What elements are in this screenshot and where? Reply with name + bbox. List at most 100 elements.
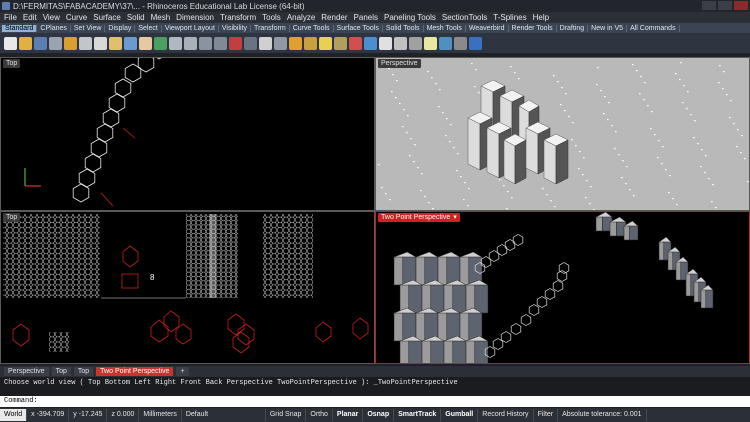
viewport-tab-perspective[interactable]: Perspective — [4, 367, 49, 376]
osnap-toggle[interactable]: Osnap — [363, 409, 395, 421]
save-icon[interactable] — [34, 36, 47, 50]
gumball-toggle[interactable]: Gumball — [441, 409, 479, 421]
tab-curve-tools[interactable]: Curve Tools — [290, 24, 334, 32]
lock-icon[interactable] — [334, 36, 347, 50]
minimize-button[interactable] — [702, 1, 716, 10]
menu-analyze[interactable]: Analyze — [284, 13, 318, 22]
menu-t-splines[interactable]: T-Splines — [490, 13, 529, 22]
select-icon[interactable] — [259, 36, 272, 50]
layer-button[interactable]: Default — [182, 409, 266, 421]
menu-paneling-tools[interactable]: Paneling Tools — [381, 13, 439, 22]
viewport-two-point-perspective[interactable]: Two Point Perspective ▾ — [375, 211, 750, 364]
tab-surface-tools[interactable]: Surface Tools — [334, 24, 383, 32]
layer-icon[interactable] — [289, 36, 302, 50]
environment-icon[interactable] — [439, 36, 452, 50]
print-icon[interactable] — [49, 36, 62, 50]
tab-select[interactable]: Select — [135, 24, 162, 32]
render-icon[interactable] — [364, 36, 377, 50]
filter-button[interactable]: Filter — [534, 409, 559, 421]
undo-icon[interactable] — [124, 36, 137, 50]
shaded-icon[interactable] — [379, 36, 392, 50]
tab-transform[interactable]: Transform — [251, 24, 290, 32]
tab-cplanes[interactable]: CPlanes — [37, 24, 71, 32]
properties-icon[interactable] — [304, 36, 317, 50]
tab-drafting[interactable]: Drafting — [557, 24, 589, 32]
viewport-top-left[interactable]: Top — [0, 57, 375, 211]
open-file-icon[interactable] — [19, 36, 32, 50]
sphere-render-icon[interactable] — [394, 36, 407, 50]
ortho-toggle[interactable]: Ortho — [306, 409, 333, 421]
tab-visibility[interactable]: Visibility — [219, 24, 252, 32]
viewport-tab-top[interactable]: Top — [51, 367, 71, 376]
two-point-canvas — [393, 212, 714, 363]
menu-solid[interactable]: Solid — [124, 13, 148, 22]
four-view-icon[interactable] — [244, 36, 257, 50]
units-button[interactable]: Millimeters — [139, 409, 182, 421]
rotate-view-icon[interactable] — [154, 36, 167, 50]
viewport-label-two-point-perspective[interactable]: Two Point Perspective ▾ — [378, 213, 460, 222]
undo-view-icon[interactable] — [229, 36, 242, 50]
smarttrack-toggle[interactable]: SmartTrack — [394, 409, 442, 421]
viewport-label-top-2[interactable]: Top — [3, 213, 21, 222]
viewport-tab-two-point-perspective[interactable]: Two Point Perspective — [96, 367, 174, 376]
menu-curve[interactable]: Curve — [63, 13, 90, 22]
tab-viewport-layout[interactable]: Viewport Layout — [162, 24, 219, 32]
menu-section-tools[interactable]: SectionTools — [439, 13, 490, 22]
import-icon[interactable] — [64, 36, 77, 50]
tab-all-commands[interactable]: All Commands — [627, 24, 680, 32]
options-icon[interactable] — [454, 36, 467, 50]
viewport-perspective[interactable]: Perspective — [375, 57, 750, 211]
viewport-label-top[interactable]: Top — [3, 59, 21, 68]
tab-render-tools[interactable]: Render Tools — [509, 24, 557, 32]
menu-tools[interactable]: Tools — [259, 13, 284, 22]
menu-help[interactable]: Help — [530, 13, 552, 22]
menu-transform[interactable]: Transform — [217, 13, 259, 22]
viewport-label-perspective[interactable]: Perspective — [378, 59, 421, 68]
hand-pan-icon[interactable] — [139, 36, 152, 50]
pattern-canvas: 8 — [3, 214, 369, 354]
menu-panels[interactable]: Panels — [351, 13, 381, 22]
menu-edit[interactable]: Edit — [20, 13, 40, 22]
grid-snap-toggle[interactable]: Grid Snap — [266, 409, 307, 421]
planar-toggle[interactable]: Planar — [333, 409, 364, 421]
menu-file[interactable]: File — [0, 13, 20, 22]
material-icon[interactable] — [409, 36, 422, 50]
menu-mesh[interactable]: Mesh — [148, 13, 174, 22]
tab-display[interactable]: Display — [105, 24, 136, 32]
add-viewport-tab-button[interactable]: + — [176, 367, 189, 376]
grid-snap-icon[interactable] — [274, 36, 287, 50]
tab-weaverbird[interactable]: Weaverbird — [466, 24, 509, 32]
menu-view[interactable]: View — [40, 13, 63, 22]
lightbulb-icon[interactable] — [319, 36, 332, 50]
tab-mesh-tools[interactable]: Mesh Tools — [424, 24, 466, 32]
record-history-toggle[interactable]: Record History — [478, 409, 534, 421]
menu-dimension[interactable]: Dimension — [173, 13, 217, 22]
window-controls — [702, 1, 748, 10]
zoom-selected-icon[interactable] — [214, 36, 227, 50]
help-icon[interactable] — [469, 36, 482, 50]
command-history: Choose world view ( Top Bottom Left Righ… — [0, 377, 750, 396]
copy-icon[interactable] — [94, 36, 107, 50]
new-file-icon[interactable] — [4, 36, 17, 50]
close-button[interactable] — [734, 1, 748, 10]
tab-new-in-v5[interactable]: New in V5 — [588, 24, 628, 32]
cut-icon[interactable] — [79, 36, 92, 50]
tab-set-view[interactable]: Set View — [71, 24, 106, 32]
viewport-top-bottom-left[interactable]: Top 8 — [0, 211, 375, 364]
command-input[interactable] — [41, 397, 746, 406]
zoom-icon[interactable] — [169, 36, 182, 50]
light-icon[interactable] — [424, 36, 437, 50]
zoom-extents-icon[interactable] — [199, 36, 212, 50]
maximize-button[interactable] — [718, 1, 732, 10]
color-icon[interactable] — [349, 36, 362, 50]
tab-standard[interactable]: Standard — [2, 24, 38, 32]
tab-solid-tools[interactable]: Solid Tools — [383, 24, 424, 32]
viewport-tab-top-2[interactable]: Top — [73, 367, 94, 376]
cplane-world-button[interactable]: World — [0, 409, 28, 421]
paste-icon[interactable] — [109, 36, 122, 50]
hex-panel-1 — [3, 214, 100, 298]
axis-icon — [24, 168, 41, 187]
zoom-window-icon[interactable] — [184, 36, 197, 50]
menu-render[interactable]: Render — [318, 13, 350, 22]
menu-surface[interactable]: Surface — [90, 13, 124, 22]
